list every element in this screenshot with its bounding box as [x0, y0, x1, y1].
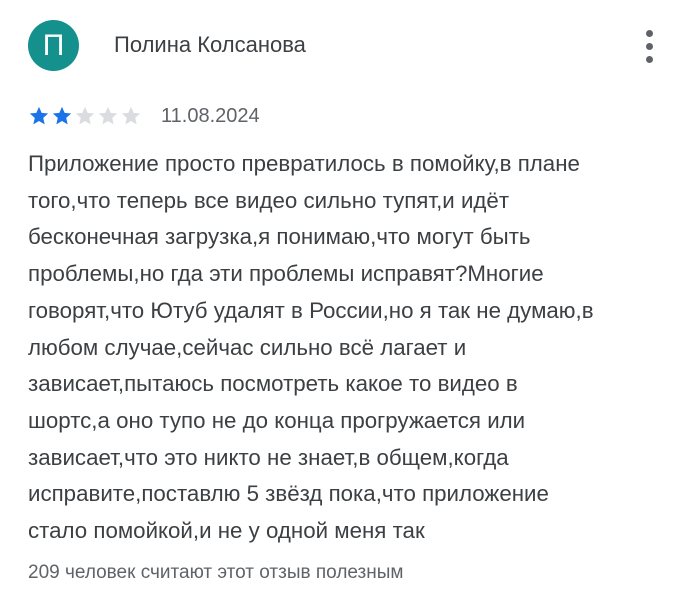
review-text-line: говорят,что Ютуб удалят в России,но я та…	[28, 297, 594, 323]
avatar: П	[28, 20, 79, 71]
more-vert-icon[interactable]	[636, 26, 664, 66]
star-empty-icon	[121, 106, 141, 125]
review-header: П Полина Колсанова	[28, 20, 678, 72]
review-text-line: Приложение просто превратилось в помойку…	[28, 151, 580, 176]
review-text-line: проблемы,но гда эти проблемы исправят?Мн…	[28, 261, 544, 287]
review-text-line: стало помойкой,и не у одной меня так	[28, 518, 425, 544]
helpful-count: 209 человек считают этот отзыв полезным	[28, 562, 404, 583]
review-text: Приложение просто превратилось в помойку…	[28, 146, 678, 550]
star-empty-icon	[98, 106, 118, 125]
rating-row: 11.08.2024	[28, 103, 428, 129]
star-filled-icon	[52, 106, 72, 125]
author-name: Полина Колсанова	[114, 32, 306, 57]
review-text-line: того,что теперь все видео сильно тупят,и…	[28, 187, 510, 213]
review-text-line: исправите,поставлю 5 звёзд пока,что прил…	[28, 481, 549, 507]
menu-dot	[646, 43, 653, 50]
menu-dot	[646, 56, 653, 63]
star-filled-icon	[29, 106, 49, 125]
review-text-line: шортс,а оно тупо не до конца прогружаетс…	[28, 407, 526, 433]
review-text-line: зависает,что это никто не знает,в общем,…	[28, 444, 509, 470]
review-text-line: бесконечная загрузка,я понимаю,что могут…	[28, 224, 531, 250]
review-text-line: любом случае,сейчас сильно всё лагает и	[28, 334, 467, 360]
review-date: 11.08.2024	[161, 105, 260, 127]
review-card: П Полина Колсанова 11.08.2024 Приложение…	[0, 0, 700, 605]
menu-dot	[646, 30, 653, 37]
star-rating	[28, 105, 143, 127]
review-text-line: зависает,пытаюсь посмотреть какое то вид…	[28, 371, 518, 397]
star-empty-icon	[75, 106, 95, 125]
